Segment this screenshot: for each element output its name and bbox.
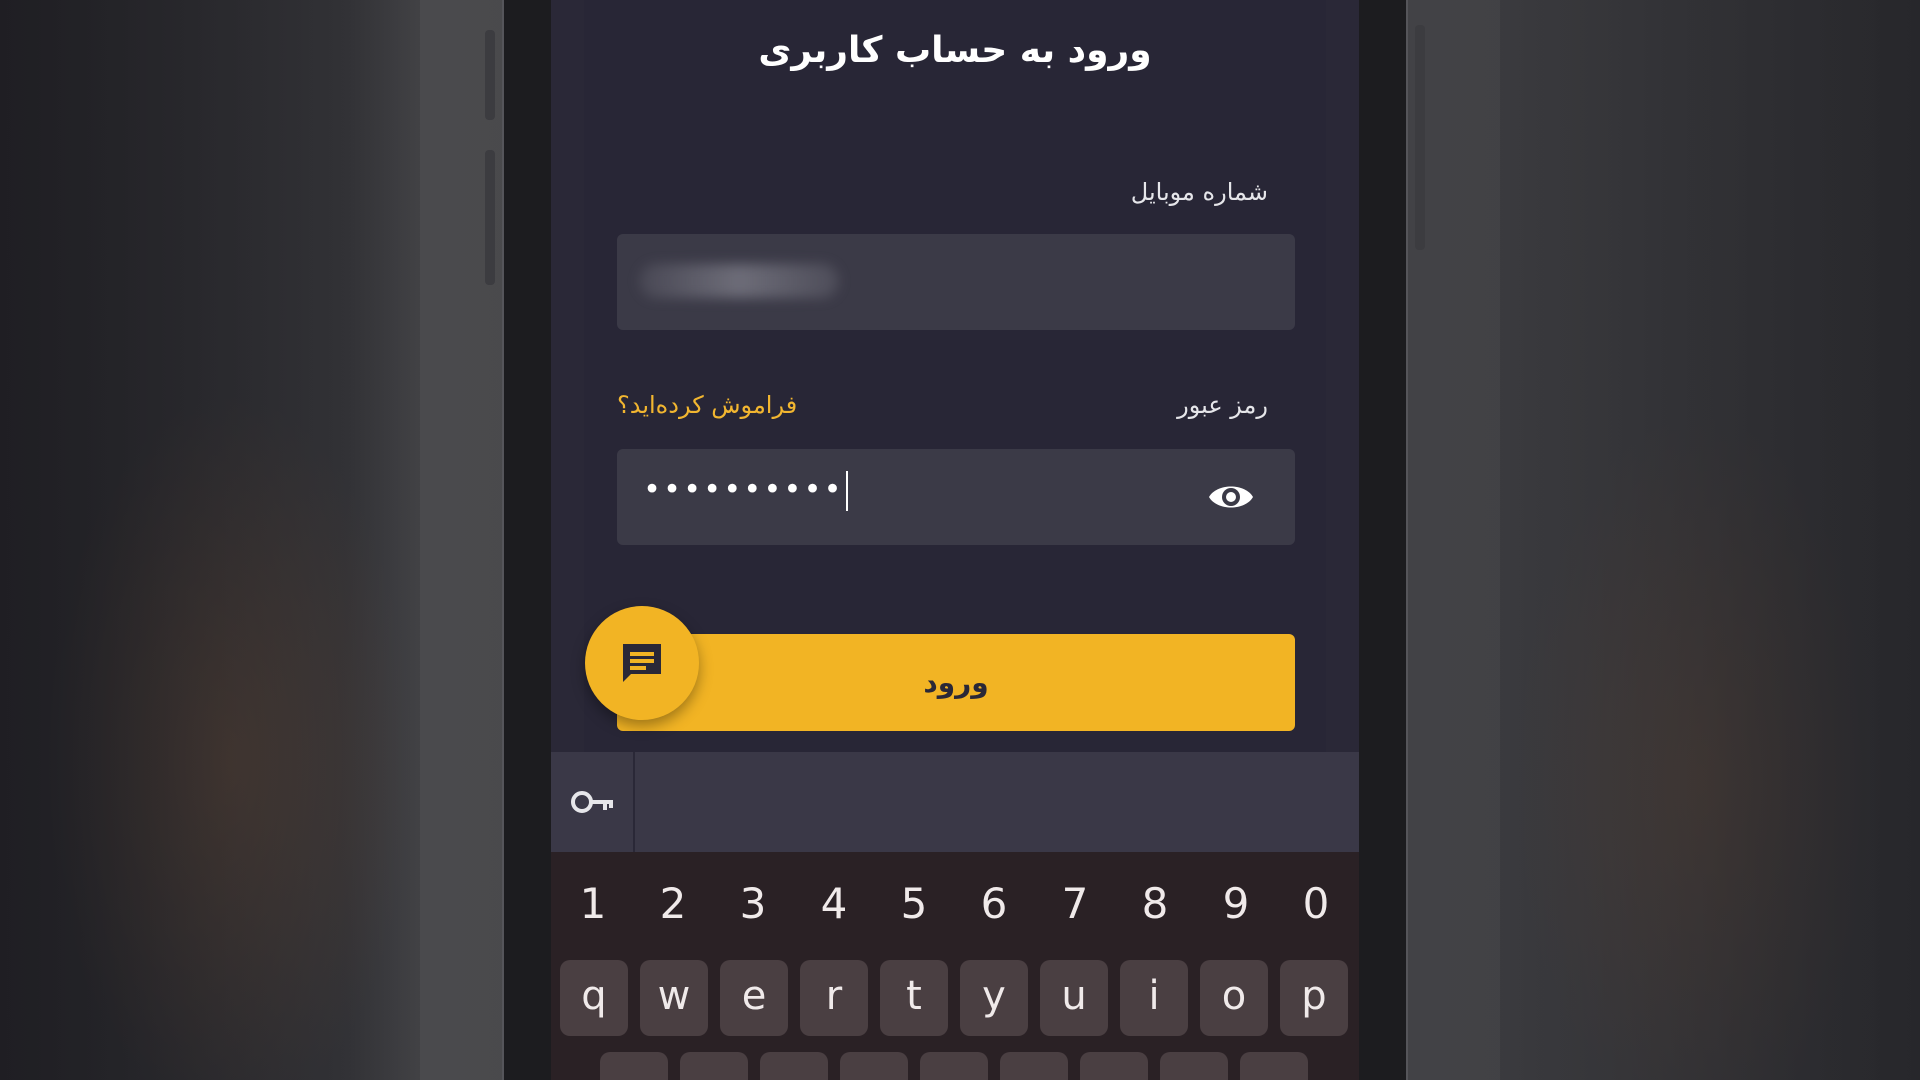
keyboard-number-row: 1 2 3 4 5 6 7 8 9 0 [551,872,1359,936]
keyboard-toolbar [551,752,1359,852]
forgot-password-link[interactable]: فراموش کرده‌اید؟ [617,391,797,419]
key-5[interactable]: 5 [874,872,954,936]
phone-side-button [485,30,495,120]
key-2[interactable]: 2 [633,872,713,936]
key-0[interactable]: 0 [1276,872,1356,936]
phone-label: شماره موبایل [1130,178,1268,206]
keyboard-key-partial[interactable] [680,1052,748,1080]
key-o[interactable]: o [1200,960,1268,1036]
key-4[interactable]: 4 [794,872,874,936]
password-input[interactable]: •••••••••• [617,449,1295,545]
key-w[interactable]: w [640,960,708,1036]
key-p[interactable]: p [1280,960,1348,1036]
keyboard-key-partial[interactable] [600,1052,668,1080]
keyboard-key-partial[interactable] [840,1052,908,1080]
key-icon[interactable] [569,782,617,822]
key-e[interactable]: e [720,960,788,1036]
password-label: رمز عبور [1177,391,1268,419]
key-7[interactable]: 7 [1035,872,1115,936]
key-i[interactable]: i [1120,960,1188,1036]
phone-side-button [485,150,495,285]
keyboard-key-partial[interactable] [760,1052,828,1080]
phone-side-button [1415,25,1425,250]
eye-icon[interactable] [1207,477,1255,517]
page-title: ورود به حساب کاربری [758,30,1152,71]
chat-button[interactable] [585,606,699,720]
keyboard-qwerty-row: q w e r t y u i o p [551,960,1359,1036]
toolbar-divider [633,752,635,852]
login-button[interactable]: ورود [617,634,1295,731]
chat-bubble-icon [623,644,661,682]
key-6[interactable]: 6 [954,872,1034,936]
key-3[interactable]: 3 [713,872,793,936]
keyboard-key-partial[interactable] [1000,1052,1068,1080]
password-dots: •••••••••• [643,472,844,508]
key-r[interactable]: r [800,960,868,1036]
phone-screen: ورود به حساب کاربری شماره موبایل رمز عبو… [551,0,1359,1080]
key-8[interactable]: 8 [1115,872,1195,936]
key-y[interactable]: y [960,960,1028,1036]
on-screen-keyboard: 1 2 3 4 5 6 7 8 9 0 q w e r t y u i o p [551,852,1359,1080]
keyboard-key-partial[interactable] [1240,1052,1308,1080]
login-card: ورود به حساب کاربری شماره موبایل رمز عبو… [584,0,1326,752]
keyboard-key-partial[interactable] [1160,1052,1228,1080]
key-u[interactable]: u [1040,960,1108,1036]
keyboard-key-partial[interactable] [920,1052,988,1080]
phone-value-blurred [639,264,839,298]
text-caret [845,471,848,511]
backdrop-left-blur [0,0,420,1080]
password-value: •••••••••• [643,471,848,511]
backdrop-right-blur [1500,0,1920,1080]
keyboard-key-partial[interactable] [1080,1052,1148,1080]
key-1[interactable]: 1 [553,872,633,936]
phone-input[interactable] [617,234,1295,330]
key-t[interactable]: t [880,960,948,1036]
key-9[interactable]: 9 [1196,872,1276,936]
key-q[interactable]: q [560,960,628,1036]
keyboard-asdf-row-partial [551,1052,1359,1080]
